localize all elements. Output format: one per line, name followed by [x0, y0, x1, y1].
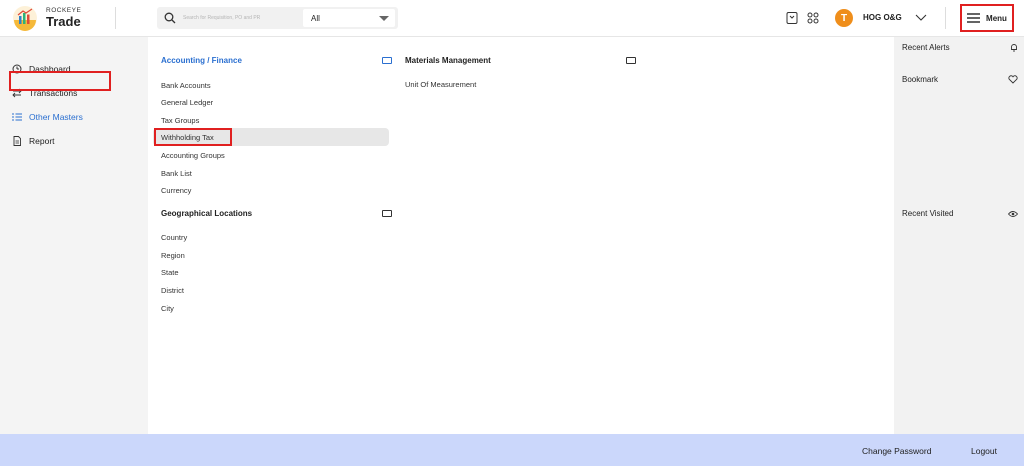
- user-avatar[interactable]: T: [835, 9, 853, 27]
- caret-down-icon: [379, 15, 389, 21]
- search-bar: All: [157, 7, 398, 29]
- logo-icon: [13, 6, 37, 31]
- sidebar-item-report[interactable]: Report: [12, 132, 55, 150]
- menu-link-district[interactable]: District: [161, 286, 184, 295]
- eye-icon[interactable]: [1008, 210, 1018, 218]
- menu-link-country[interactable]: Country: [161, 233, 187, 242]
- brand-bottom-text: Trade: [46, 14, 81, 30]
- section-title: Materials Management: [405, 56, 491, 65]
- selection-highlight: [9, 71, 111, 91]
- bookmark-header[interactable]: Bookmark: [902, 75, 1018, 84]
- bookmark-list-icon[interactable]: [785, 11, 799, 25]
- right-panel: Recent Alerts Bookmark Recent Visited: [894, 37, 1024, 434]
- expand-icon[interactable]: [382, 57, 392, 64]
- hamburger-icon: [967, 13, 981, 23]
- menu-link-general-ledger[interactable]: General Ledger: [161, 98, 213, 107]
- search-scope-select[interactable]: All: [303, 9, 395, 27]
- chevron-down-icon[interactable]: [915, 12, 927, 22]
- menu-panel: [148, 37, 894, 434]
- footer-bar: Change Password Logout: [0, 434, 1024, 466]
- recent-alerts-label: Recent Alerts: [902, 43, 950, 52]
- org-name[interactable]: HOG O&G: [863, 13, 902, 22]
- menu-link-unit-of-measurement[interactable]: Unit Of Measurement: [405, 80, 476, 89]
- brand-logo[interactable]: ROCKEYE Trade: [12, 5, 81, 31]
- selection-highlight: [154, 128, 232, 146]
- menu-link-state[interactable]: State: [161, 268, 179, 277]
- menu-link-bank-list[interactable]: Bank List: [161, 169, 192, 178]
- bell-icon[interactable]: [1010, 43, 1018, 52]
- sidebar-item-other-masters[interactable]: Other Masters: [12, 108, 83, 126]
- list-icon: [12, 113, 22, 121]
- header-divider: [115, 7, 116, 29]
- section-title: Accounting / Finance: [161, 56, 242, 65]
- section-geographical-locations[interactable]: Geographical Locations: [161, 209, 392, 218]
- recent-visited-label: Recent Visited: [902, 209, 954, 218]
- expand-icon[interactable]: [626, 57, 636, 64]
- section-title: Geographical Locations: [161, 209, 253, 218]
- bookmark-label: Bookmark: [902, 75, 939, 84]
- menu-link-city[interactable]: City: [161, 304, 174, 313]
- heart-icon[interactable]: [1008, 75, 1018, 84]
- change-password-link[interactable]: Change Password: [862, 446, 931, 456]
- search-icon[interactable]: [157, 7, 183, 29]
- menu-link-region[interactable]: Region: [161, 251, 185, 260]
- recent-visited-header[interactable]: Recent Visited: [902, 209, 1018, 218]
- logout-link[interactable]: Logout: [971, 446, 997, 456]
- menu-button[interactable]: Menu: [960, 4, 1014, 32]
- menu-link-currency[interactable]: Currency: [161, 186, 191, 195]
- sidebar: Dashboard Transactions Other Masters Rep…: [0, 37, 148, 434]
- recent-alerts-header[interactable]: Recent Alerts: [902, 43, 1018, 52]
- sidebar-item-label: Other Masters: [29, 112, 83, 122]
- header-divider: [945, 7, 946, 29]
- menu-label: Menu: [986, 13, 1007, 23]
- section-accounting-finance[interactable]: Accounting / Finance: [161, 56, 392, 65]
- top-bar: ROCKEYE Trade All T HOG O&G Menu: [0, 0, 1024, 37]
- sidebar-item-label: Report: [29, 136, 55, 146]
- search-scope-value: All: [311, 13, 320, 23]
- menu-link-tax-groups[interactable]: Tax Groups: [161, 116, 199, 125]
- section-materials-management[interactable]: Materials Management: [405, 56, 636, 65]
- document-icon: [13, 136, 21, 146]
- apps-grid-icon[interactable]: [806, 11, 820, 25]
- expand-icon[interactable]: [382, 210, 392, 217]
- search-input[interactable]: [183, 8, 293, 28]
- menu-link-bank-accounts[interactable]: Bank Accounts: [161, 81, 211, 90]
- menu-link-accounting-groups[interactable]: Accounting Groups: [161, 151, 225, 160]
